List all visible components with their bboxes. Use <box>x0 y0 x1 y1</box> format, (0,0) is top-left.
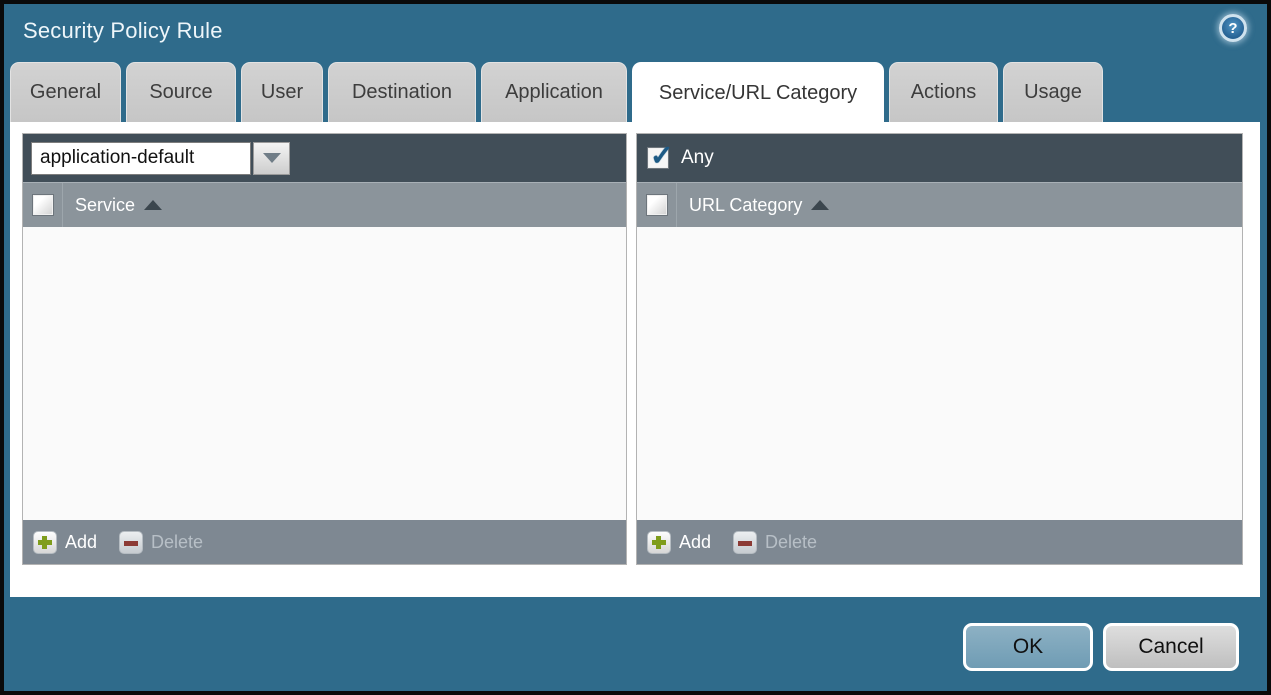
delete-minus-icon <box>119 530 144 554</box>
ok-button[interactable]: OK <box>963 623 1093 671</box>
service-column-header[interactable]: Service <box>75 194 163 216</box>
add-button-label: Add <box>65 531 98 552</box>
help-icon[interactable]: ? <box>1219 14 1247 42</box>
cancel-button[interactable]: Cancel <box>1103 623 1239 671</box>
screen-frame: Security Policy Rule ? General Source Us… <box>0 0 1271 695</box>
tab-user[interactable]: User <box>241 62 323 122</box>
any-checkbox-label: Any <box>681 147 714 168</box>
tab-bar: General Source User Destination Applicat… <box>10 62 1103 124</box>
tab-actions[interactable]: Actions <box>889 62 998 122</box>
service-delete-button[interactable]: Delete <box>119 530 204 554</box>
url-category-column-label: URL Category <box>689 194 803 215</box>
column-separator <box>62 183 63 227</box>
any-checkbox[interactable] <box>647 139 673 172</box>
service-panel: Service Add Delete <box>22 133 627 565</box>
dialog-title: Security Policy Rule <box>23 18 223 43</box>
service-add-button[interactable]: Add <box>33 530 98 554</box>
url-category-footer-toolbar: Add Delete <box>637 520 1242 564</box>
tab-application[interactable]: Application <box>481 62 627 122</box>
add-plus-icon <box>647 530 671 554</box>
delete-button-label: Delete <box>765 531 818 552</box>
url-category-panel: Any URL Category Add <box>636 133 1243 565</box>
service-footer-toolbar: Add Delete <box>23 520 626 564</box>
service-dropdown-input[interactable] <box>31 141 251 175</box>
url-category-delete-button[interactable]: Delete <box>733 530 818 554</box>
url-category-column-header[interactable]: URL Category <box>689 194 830 216</box>
url-category-list-body[interactable] <box>637 227 1242 520</box>
column-separator <box>676 183 677 227</box>
service-list-body[interactable] <box>23 227 626 520</box>
service-select-all-checkbox[interactable] <box>32 194 54 216</box>
tab-usage[interactable]: Usage <box>1003 62 1103 122</box>
service-dropdown-button[interactable] <box>253 141 290 175</box>
delete-minus-icon <box>733 530 758 554</box>
tab-destination[interactable]: Destination <box>328 62 476 122</box>
service-column-label: Service <box>75 194 136 215</box>
add-plus-icon <box>33 530 57 554</box>
url-category-toolbar: Any <box>637 134 1242 182</box>
tab-source[interactable]: Source <box>126 62 236 122</box>
tab-service-url-category[interactable]: Service/URL Category <box>632 62 884 124</box>
sort-asc-icon <box>144 200 163 210</box>
delete-button-label: Delete <box>151 531 204 552</box>
url-category-select-all-checkbox[interactable] <box>646 194 668 216</box>
security-policy-rule-dialog: Security Policy Rule ? General Source Us… <box>4 4 1267 691</box>
chevron-down-icon <box>262 153 281 163</box>
tab-general[interactable]: General <box>10 62 121 122</box>
tab-content-area: Service Add Delete <box>10 122 1260 597</box>
sort-asc-icon <box>811 200 830 210</box>
url-category-table-header: URL Category <box>637 182 1242 227</box>
service-table-header: Service <box>23 182 626 227</box>
url-category-add-button[interactable]: Add <box>647 530 712 554</box>
dialog-titlebar: Security Policy Rule ? <box>4 4 1267 62</box>
service-toolbar <box>23 134 626 182</box>
add-button-label: Add <box>679 531 712 552</box>
